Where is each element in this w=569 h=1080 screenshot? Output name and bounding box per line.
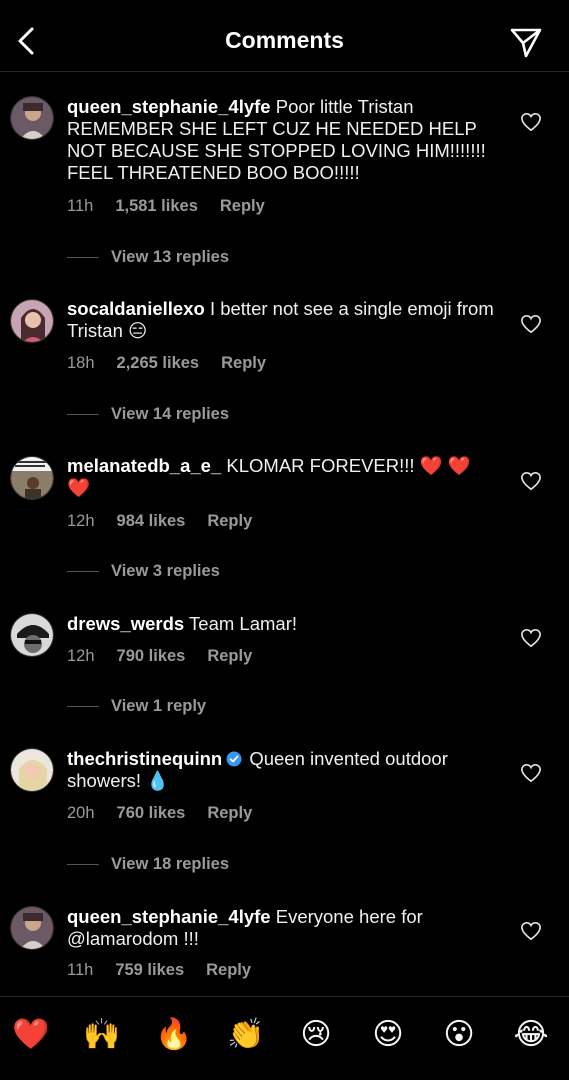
- like-heart-icon[interactable]: [520, 921, 542, 941]
- fire-emoji-button[interactable]: 🔥: [155, 1017, 192, 1053]
- comment-meta: 12h 790 likes Reply: [67, 647, 274, 666]
- comment-meta: 18h 2,265 likes Reply: [67, 354, 288, 373]
- divider-line: [67, 571, 99, 573]
- likes-count[interactable]: 760 likes: [117, 804, 186, 822]
- timestamp: 11h: [67, 197, 94, 215]
- username[interactable]: queen_stephanie_4lyfe: [67, 96, 271, 117]
- like-heart-icon[interactable]: [520, 112, 542, 132]
- username[interactable]: thechristinequinn: [67, 748, 222, 769]
- likes-count[interactable]: 984 likes: [117, 512, 186, 530]
- verified-badge-icon: [226, 751, 242, 767]
- divider-line: [67, 414, 99, 416]
- view-replies-button[interactable]: View 1 reply: [67, 697, 206, 716]
- view-replies-button[interactable]: View 13 replies: [67, 248, 229, 267]
- reply-button[interactable]: Reply: [207, 647, 252, 665]
- like-heart-icon[interactable]: [520, 763, 542, 783]
- avatar[interactable]: [10, 96, 54, 140]
- like-heart-icon[interactable]: [520, 471, 542, 491]
- view-replies-button[interactable]: View 3 replies: [67, 562, 220, 581]
- send-icon[interactable]: [509, 25, 543, 59]
- comment-meta: 11h 1,581 likes Reply: [67, 197, 287, 216]
- divider-line: [67, 257, 99, 259]
- timestamp: 18h: [67, 354, 95, 372]
- likes-count[interactable]: 759 likes: [115, 961, 184, 979]
- view-replies-button[interactable]: View 18 replies: [67, 855, 229, 874]
- likes-count[interactable]: 790 likes: [117, 647, 186, 665]
- heart-eyes-emoji-button[interactable]: 😍: [370, 1017, 406, 1053]
- timestamp: 12h: [67, 647, 95, 665]
- divider-line: [67, 706, 99, 708]
- comment-text: Team Lamar!: [189, 613, 298, 634]
- username[interactable]: socaldaniellexo: [67, 298, 205, 319]
- red-heart-emoji-button[interactable]: ❤️: [12, 1017, 49, 1053]
- comment-meta: 11h 759 likes Reply: [67, 961, 273, 980]
- username[interactable]: queen_stephanie_4lyfe: [67, 906, 271, 927]
- like-heart-icon[interactable]: [520, 628, 542, 648]
- avatar[interactable]: [10, 299, 54, 343]
- reply-button[interactable]: Reply: [207, 512, 252, 530]
- comments-header: Comments: [0, 0, 569, 72]
- comment-meta: 20h 760 likes Reply: [67, 804, 274, 823]
- clapping-hands-emoji-button[interactable]: 👏: [227, 1017, 264, 1053]
- timestamp: 11h: [67, 961, 94, 979]
- avatar[interactable]: [10, 613, 54, 657]
- raised-hands-emoji-button[interactable]: 🙌: [83, 1017, 120, 1053]
- divider-line: [67, 864, 99, 866]
- reply-button[interactable]: Reply: [207, 804, 252, 822]
- reply-button[interactable]: Reply: [221, 354, 266, 372]
- timestamp: 12h: [67, 512, 95, 530]
- surprised-face-emoji-button[interactable]: 😮: [441, 1017, 477, 1053]
- reply-button[interactable]: Reply: [206, 961, 251, 979]
- avatar[interactable]: [10, 748, 54, 792]
- crying-face-emoji-button[interactable]: 😢: [298, 1017, 334, 1053]
- username[interactable]: drews_werds: [67, 613, 184, 634]
- reply-button[interactable]: Reply: [220, 197, 265, 215]
- emoji-reaction-bar: ❤️ 🙌 🔥 👏 😢 😍 😮 😂: [0, 996, 569, 1080]
- avatar[interactable]: [10, 456, 54, 500]
- likes-count[interactable]: 2,265 likes: [117, 354, 200, 372]
- avatar[interactable]: [10, 906, 54, 950]
- username[interactable]: melanatedb_a_e_: [67, 455, 221, 476]
- timestamp: 20h: [67, 804, 95, 822]
- like-heart-icon[interactable]: [520, 314, 542, 334]
- page-title: Comments: [225, 27, 344, 53]
- tears-of-joy-emoji-button[interactable]: 😂: [513, 1017, 549, 1053]
- comment-meta: 12h 984 likes Reply: [67, 512, 274, 531]
- view-replies-button[interactable]: View 14 replies: [67, 405, 229, 424]
- likes-count[interactable]: 1,581 likes: [115, 197, 198, 215]
